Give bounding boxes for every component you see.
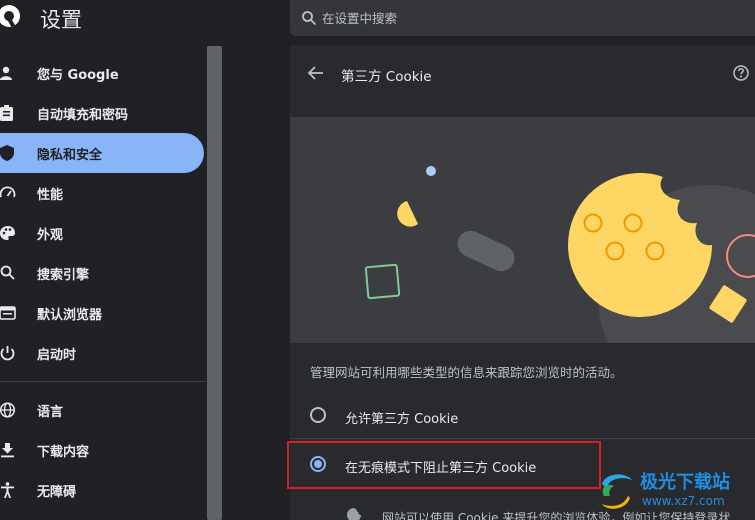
sidebar-item-label: 搜索引擎	[37, 267, 90, 283]
option-label: 允许第三方 Cookie	[345, 412, 459, 427]
sidebar-item-label: 隐私和安全	[37, 147, 103, 163]
browser-icon	[0, 306, 16, 320]
watermark: 极光下载站 www.xz7.com	[596, 466, 755, 520]
download-icon	[1, 443, 14, 458]
globe-icon	[0, 402, 16, 418]
help-icon[interactable]	[733, 65, 749, 81]
cookie-icon	[347, 508, 361, 520]
sidebar-item-privacy-security[interactable]: 隐私和安全	[0, 133, 204, 173]
search-icon	[0, 265, 15, 280]
speedometer-icon	[0, 186, 16, 198]
palette-icon	[0, 226, 15, 240]
sidebar-item-label: 语言	[37, 404, 64, 420]
radio-button[interactable]	[310, 407, 326, 423]
shield-icon	[0, 145, 14, 161]
chrome-logo-icon	[0, 5, 20, 31]
clipboard-icon	[0, 105, 13, 121]
card-title: 第三方 Cookie	[341, 69, 432, 85]
sidebar-item-languages[interactable]: 语言	[0, 390, 204, 430]
sidebar-item-search-engine[interactable]: 搜索引擎	[0, 253, 204, 293]
sidebar-item-label: 您与 Google	[37, 67, 119, 83]
sidebar-item-downloads[interactable]: 下载内容	[0, 430, 204, 470]
sidebar-item-label: 默认浏览器	[37, 307, 103, 323]
option-divider	[290, 438, 755, 439]
sidebar-scrollbar-thumb[interactable]	[207, 46, 222, 520]
sidebar-item-default-browser[interactable]: 默认浏览器	[0, 293, 204, 333]
top-bar: 设置	[0, 0, 755, 38]
sidebar-item-you-and-google[interactable]: 您与 Google	[0, 53, 204, 93]
accessibility-icon	[1, 482, 14, 498]
sidebar-divider	[0, 381, 206, 382]
sidebar: 您与 Google 自动填充和密码 隐私和安全 性能 外观 搜索引擎 默认浏览器…	[0, 38, 206, 520]
sidebar-item-label: 启动时	[37, 347, 77, 363]
search-icon	[302, 11, 317, 26]
sidebar-item-label: 性能	[37, 187, 64, 203]
sidebar-item-label: 外观	[37, 227, 64, 243]
sidebar-item-accessibility[interactable]: 无障碍	[0, 470, 204, 510]
sidebar-item-label: 下载内容	[37, 444, 90, 460]
page-title: 设置	[40, 8, 82, 32]
search-box[interactable]	[290, 0, 755, 36]
sidebar-item-on-startup[interactable]: 启动时	[0, 333, 204, 373]
watermark-title: 极光下载站	[640, 472, 730, 493]
sidebar-item-autofill[interactable]: 自动填充和密码	[0, 93, 204, 133]
person-icon	[0, 66, 12, 80]
back-arrow-icon[interactable]	[306, 63, 326, 83]
watermark-logo-icon	[602, 474, 632, 509]
option-allow-third-party-cookies[interactable]: 允许第三方 Cookie	[290, 390, 755, 438]
sidebar-item-performance[interactable]: 性能	[0, 173, 204, 213]
sidebar-item-label: 无障碍	[37, 484, 77, 500]
power-icon	[0, 346, 15, 361]
cookie-illustration	[290, 117, 755, 343]
search-input[interactable]	[322, 8, 722, 28]
sidebar-item-label: 自动填充和密码	[37, 107, 129, 123]
watermark-url: www.xz7.com	[642, 494, 725, 508]
sidebar-item-appearance[interactable]: 外观	[0, 213, 204, 253]
description-text: 管理网站可利用哪些类型的信息来跟踪您浏览时的活动。	[310, 365, 623, 380]
highlight-box	[287, 441, 601, 489]
